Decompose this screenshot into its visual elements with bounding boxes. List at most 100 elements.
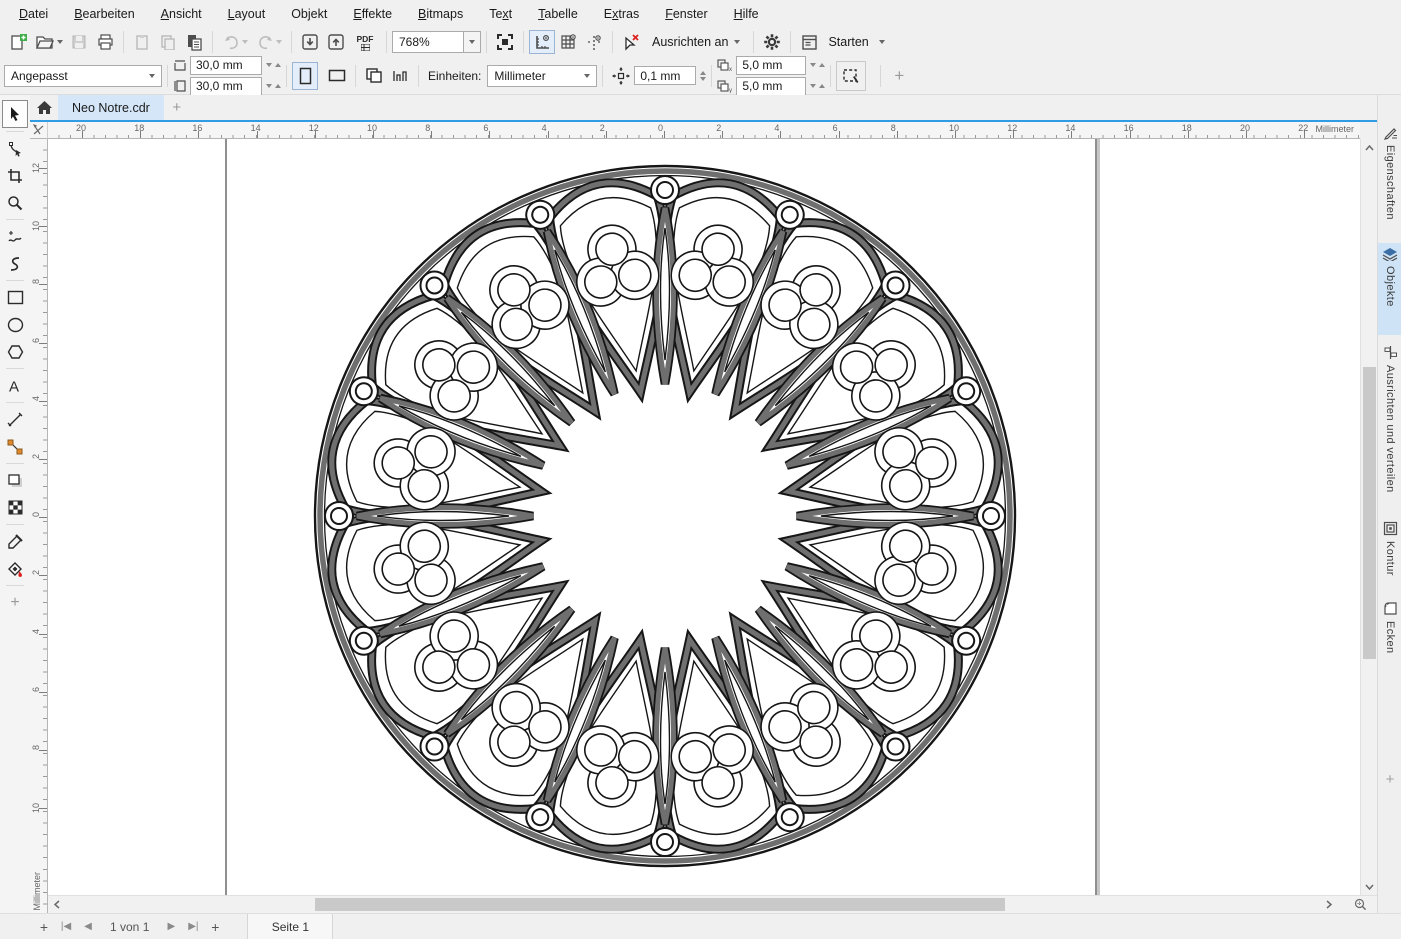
menu-hilfe[interactable]: Hilfe (723, 3, 770, 25)
welcome-home-tab[interactable] (30, 95, 58, 120)
zoom-tool[interactable] (2, 189, 28, 216)
docker-tab-ecken[interactable]: Ecken (1378, 597, 1401, 654)
nudge-distance-field[interactable]: 0,1 mm (634, 66, 696, 85)
open-button[interactable] (32, 30, 66, 54)
docker-tab-ausrichten[interactable]: Ausrichten und verteilen (1378, 341, 1401, 493)
units-combo[interactable]: Millimeter (487, 65, 597, 87)
align-to-dropdown[interactable]: Ausrichten an (644, 35, 748, 49)
ruler-origin-corner[interactable] (30, 122, 48, 139)
bezier-pen-tool[interactable] (2, 250, 28, 277)
document-tab-active[interactable]: Neo Notre.cdr (58, 95, 164, 120)
import-button[interactable] (297, 30, 323, 54)
duplicate-y-spinner[interactable] (810, 84, 825, 88)
menu-datei[interactable]: Datei (8, 3, 59, 25)
menu-effekte[interactable]: Effekte (342, 3, 403, 25)
scroll-left-arrow[interactable] (48, 896, 65, 913)
scroll-right-arrow[interactable] (1320, 896, 1337, 913)
duplicate-x-spinner[interactable] (810, 63, 825, 67)
shape-tool[interactable] (2, 135, 28, 162)
duplicate-y-field[interactable]: 5,0 mm (736, 77, 806, 96)
portrait-button[interactable] (292, 62, 318, 90)
add-docker-button[interactable]: + (1378, 771, 1401, 788)
pick-tool[interactable] (2, 100, 28, 128)
redo-dropdown-arrow[interactable] (276, 40, 282, 44)
drawing-canvas[interactable] (48, 139, 1360, 895)
page-width-spinner[interactable] (266, 63, 281, 67)
page-preset-combo[interactable]: Angepasst (4, 65, 162, 87)
launch-dropdown[interactable]: Starten (822, 35, 890, 49)
next-page-button[interactable]: ▶ (161, 921, 181, 932)
customize-propbar-button[interactable]: + (886, 66, 912, 86)
new-document-tab-button[interactable]: + (164, 95, 190, 120)
freehand-tool[interactable] (2, 223, 28, 250)
menu-tabelle[interactable]: Tabelle (527, 3, 589, 25)
paste-special-button[interactable] (181, 30, 207, 54)
rectangle-tool[interactable] (2, 284, 28, 311)
menu-objekt[interactable]: Objekt (280, 3, 338, 25)
horizontal-scrollbar[interactable] (48, 895, 1377, 913)
docker-tab-eigenschaften[interactable]: Eigenschaften (1378, 121, 1401, 220)
page-width-field[interactable]: 30,0 mm (190, 56, 262, 75)
crop-tool[interactable] (2, 162, 28, 189)
current-page-button[interactable] (387, 64, 413, 88)
all-pages-button[interactable] (361, 64, 387, 88)
publish-pdf-button[interactable]: PDF (349, 30, 381, 54)
paste-button[interactable] (129, 30, 155, 54)
show-rulers-toggle[interactable] (529, 30, 555, 54)
zoom-level-combo[interactable]: 768% (392, 31, 464, 53)
page-height-field[interactable]: 30,0 mm (190, 77, 262, 96)
menu-fenster[interactable]: Fenster (654, 3, 718, 25)
add-page-after-button[interactable]: + (205, 919, 225, 935)
treat-as-filled-toggle[interactable] (836, 61, 866, 91)
vertical-scrollbar[interactable] (1360, 139, 1377, 895)
interactive-fill-tool[interactable] (2, 555, 28, 582)
menu-bitmaps[interactable]: Bitmaps (407, 3, 474, 25)
transparency-tool[interactable] (2, 494, 28, 521)
previous-page-button[interactable]: ◀ (78, 921, 98, 932)
page-tab-seite1[interactable]: Seite 1 (247, 914, 333, 939)
scroll-down-arrow[interactable] (1361, 878, 1378, 895)
print-button[interactable] (92, 30, 118, 54)
show-guidelines-toggle[interactable] (581, 30, 607, 54)
export-button[interactable] (323, 30, 349, 54)
show-grid-toggle[interactable] (555, 30, 581, 54)
menu-text[interactable]: Text (478, 3, 523, 25)
horizontal-scroll-thumb[interactable] (315, 898, 1005, 911)
save-button[interactable] (66, 30, 92, 54)
drop-shadow-tool[interactable] (2, 467, 28, 494)
fullscreen-preview-button[interactable] (492, 30, 518, 54)
vertical-scroll-thumb[interactable] (1363, 367, 1376, 659)
open-dropdown-arrow[interactable] (57, 40, 63, 44)
text-tool[interactable]: A (2, 372, 28, 399)
last-page-button[interactable]: ▶| (183, 921, 203, 932)
undo-button[interactable] (218, 30, 252, 54)
pan-zoom-icon[interactable] (1352, 896, 1369, 913)
dimension-tool[interactable] (2, 406, 28, 433)
menu-bearbeiten[interactable]: Bearbeiten (63, 3, 145, 25)
customize-toolbox-button[interactable]: + (2, 589, 28, 616)
docker-tab-kontur[interactable]: Kontur (1378, 517, 1401, 576)
undo-dropdown-arrow[interactable] (242, 40, 248, 44)
menu-extras[interactable]: Extras (593, 3, 650, 25)
vertical-ruler[interactable]: 121086420246810Millimeter (30, 139, 48, 913)
options-gear-icon[interactable] (759, 30, 785, 54)
first-page-button[interactable]: |◀ (56, 921, 76, 932)
polygon-tool[interactable] (2, 338, 28, 365)
menu-ansicht[interactable]: Ansicht (150, 3, 213, 25)
snap-off-icon[interactable] (618, 30, 644, 54)
page-height-spinner[interactable] (266, 84, 281, 88)
new-document-button[interactable] (6, 30, 32, 54)
duplicate-x-field[interactable]: 5,0 mm (736, 56, 806, 75)
color-eyedropper-tool[interactable] (2, 528, 28, 555)
redo-button[interactable] (252, 30, 286, 54)
docker-tab-objekte[interactable]: Objekte (1378, 243, 1401, 335)
horizontal-ruler[interactable]: 20181614121086420246810121416182022Milli… (48, 122, 1360, 139)
scroll-up-arrow[interactable] (1361, 139, 1378, 156)
landscape-button[interactable] (324, 62, 350, 90)
connector-tool[interactable] (2, 433, 28, 460)
nudge-spinner[interactable] (700, 71, 706, 81)
rose-window-drawing[interactable] (305, 156, 1025, 876)
menu-layout[interactable]: Layout (217, 3, 277, 25)
ellipse-tool[interactable] (2, 311, 28, 338)
zoom-level-dropdown[interactable] (464, 31, 481, 53)
